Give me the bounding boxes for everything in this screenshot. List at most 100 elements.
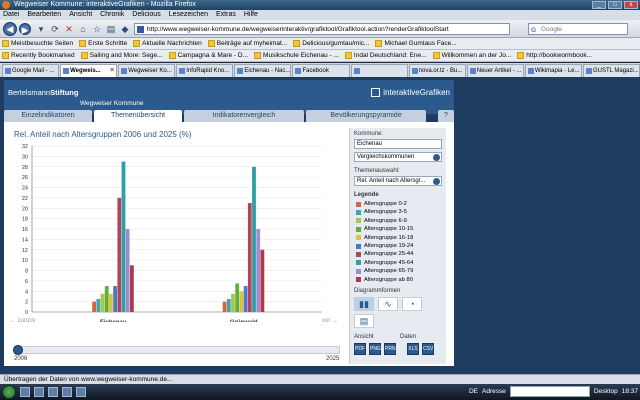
legend-item: Altersgruppe ab 80 [356,277,413,283]
taskbar-address-input[interactable] [509,386,590,397]
app-tab-2[interactable]: Indikatorenvergleich [184,110,304,122]
bookmark-item[interactable]: Recently Bookmarked [2,50,75,61]
bar-1-0 [96,299,101,312]
browser-tab[interactable]: Eichenau - Nac... [234,64,292,77]
menu-item-ansicht[interactable]: Ansicht [69,10,92,20]
legend-label: Altersgruppe 45-64 [364,259,414,266]
thema-select[interactable]: Rel. Anteil nach Altersgr... [354,176,442,186]
desktop-label[interactable]: Desktop [594,388,618,395]
legend-swatch [356,209,361,215]
browser-tab[interactable]: Neuer Artikel - ... [466,64,524,77]
browser-tab[interactable]: Wikimapia - Le... [524,64,582,77]
print-icon[interactable]: ▤ [106,24,116,34]
pie-chart-type-icon[interactable]: ◔ [402,297,422,311]
export-png-button[interactable]: PNG [369,343,381,355]
bookmark-item[interactable]: Delicious/gumtau/mic... [293,38,369,49]
menu-item-delicious[interactable]: Delicious [132,10,160,20]
export-buttons: PDF PNG PRN XLS CSV [354,343,434,355]
url-bar[interactable]: http://www.wegweiser-kommune.de/wegweise… [134,23,510,35]
addon-icon[interactable]: ◆ [120,24,130,34]
export-xls-button[interactable]: XLS [407,343,419,355]
quicklaunch-icon-4[interactable] [62,387,72,397]
menu-item-extras[interactable]: Extras [216,10,236,20]
menu-item-hilfe[interactable]: Hilfe [244,10,258,20]
legend-item: Altersgruppe 19-24 [356,243,413,249]
kommune-input[interactable]: Eichenau [354,139,442,149]
pager-prev-link[interactable]: ← zurück [10,318,35,324]
export-csv-button[interactable]: CSV [422,343,434,355]
y-tick-label: 2 [25,300,28,306]
bookmark-item[interactable]: Sailing and More: Sege... [80,50,163,61]
bookmark-icon[interactable]: ☆ [92,24,102,34]
chevron-down-icon[interactable] [433,178,440,185]
browser-tab[interactable]: Wegweiser Ko... [118,64,176,77]
bookmark-item[interactable]: Beiträge auf myheimat... [207,38,287,49]
bookmark-item[interactable]: Michael Gumtaus Face... [375,38,457,49]
vergleichskommunen-select[interactable]: Vergleichskommunen [354,152,442,162]
quicklaunch-icon-3[interactable] [48,387,58,397]
bookmark-label: Indal Deutschland: Ene... [353,51,427,59]
bookmark-item[interactable]: http://bookwormbook... [517,50,592,61]
browser-tab[interactable] [350,64,408,77]
maximize-button[interactable]: □ [608,1,622,9]
year-timeline-slider[interactable] [13,345,340,355]
pager-next-link[interactable]: vor → [322,318,338,324]
home-icon[interactable]: ⌂ [78,24,88,34]
app-tab-3[interactable]: Bevölkerungspyramide [306,110,426,122]
start-button[interactable] [2,385,16,399]
bookmark-item[interactable]: Willkommen an der Jo... [432,50,511,61]
line-chart-type-icon[interactable]: ∿ [378,297,398,311]
menu-item-bearbeiten[interactable]: Bearbeiten [27,10,61,20]
timeline-play-knob[interactable] [13,345,23,355]
stop-icon[interactable]: ✕ [64,24,74,34]
browser-tab[interactable]: Google Mail - ... [2,64,60,77]
close-window-button[interactable]: x [624,1,638,9]
table-type-icon[interactable]: ▤ [354,314,374,328]
bar-5-0 [113,286,117,312]
app-tab-0[interactable]: Einzelindikatoren [4,110,92,122]
menu-item-chronik[interactable]: Chronik [100,10,124,20]
reload-icon[interactable]: ⟳ [50,24,60,34]
bookmarks-toolbar: Meistbesuchte Seiten Erste Schritte Aktuel… [0,38,640,50]
legend-swatch [356,277,361,283]
forward-button[interactable]: ▶ [19,23,31,35]
export-prn-button[interactable]: PRN [384,343,396,355]
bookmark-item[interactable]: Campagna & Mare - D... [168,50,249,61]
bookmark-item[interactable]: Meistbesuchte Seiten [2,38,73,49]
browser-tab[interactable]: Facebook [292,64,350,77]
browser-tab[interactable]: InfoRapid Kno... [176,64,234,77]
y-tick-label: 24 [22,186,28,192]
browser-tab[interactable]: GUSTL Magazi... [582,64,640,77]
tab-close-icon[interactable]: × [110,65,114,77]
status-bar: Übertragen der Daten von www.wegweiser-k… [0,374,640,384]
legend-item: Altersgruppe 10-15 [356,226,413,232]
browser-tab[interactable]: nova.or.tz - Bu... [408,64,466,77]
clock: 18:37 [621,388,638,395]
quicklaunch-icon-2[interactable] [34,387,44,397]
browser-tab[interactable]: Wegweis... × [60,64,118,77]
legend-label: Altersgruppe 19-24 [364,243,414,249]
bookmarks-toolbar-2: Recently Bookmarked Sailing and More: Seg… [0,50,640,62]
back-button[interactable]: ◀ [3,22,17,36]
bookmark-label: Musikschule Eichenau - ... [263,51,339,59]
bookmark-label: Campagna & Mare - D... [177,51,249,59]
bookmark-folder-icon [517,52,525,59]
bookmark-item[interactable]: Aktuelle Nachrichten [133,38,202,49]
language-indicator[interactable]: DE [469,388,478,395]
menu-item-lesezeichen[interactable]: Lesezeichen [169,10,208,20]
help-button[interactable]: ? [438,110,454,122]
history-dropdown-icon[interactable]: ▾ [36,24,46,34]
bar-chart-type-icon[interactable]: ▮▮ [354,297,374,311]
minimize-button[interactable]: _ [592,1,606,9]
menu-item-datei[interactable]: Datei [3,10,19,20]
search-input[interactable]: G Google [528,23,628,35]
tab-favicon [585,68,592,74]
quicklaunch-icon-5[interactable] [76,387,86,397]
app-tab-1[interactable]: Themenübersicht [94,110,182,122]
bookmark-item[interactable]: Musikschule Eichenau - ... [254,50,339,61]
bookmark-item[interactable]: Erste Schritte [79,38,127,49]
bookmark-item[interactable]: Indal Deutschland: Ene... [344,50,427,61]
quicklaunch-icon-1[interactable] [20,387,30,397]
add-icon[interactable] [433,154,440,161]
export-pdf-button[interactable]: PDF [354,343,366,355]
